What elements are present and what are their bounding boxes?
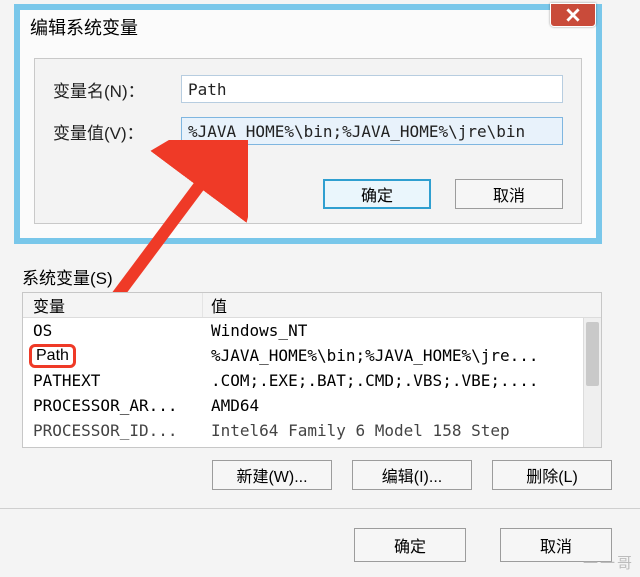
new-button[interactable]: 新建(W)... [212, 460, 332, 490]
col-value[interactable]: 值 [203, 293, 601, 317]
list-row[interactable]: PATHEXT .COM;.EXE;.BAT;.CMD;.VBS;.VBE;..… [23, 368, 601, 393]
sysvars-section-label: 系统变量(S) [22, 264, 113, 289]
var-name-label: 变量名(N)： [53, 77, 181, 102]
cancel-button[interactable]: 取消 [455, 179, 563, 209]
list-row[interactable]: PROCESSOR_AR... AMD64 [23, 393, 601, 418]
ok-button[interactable]: 确定 [323, 179, 431, 209]
var-name-input[interactable] [181, 75, 563, 103]
list-row[interactable]: Path %JAVA_HOME%\bin;%JAVA_HOME%\jre... [23, 343, 601, 368]
var-value-label: 变量值(V)： [53, 119, 181, 144]
col-variable[interactable]: 变量 [23, 293, 203, 317]
delete-button[interactable]: 删除(L) [492, 460, 612, 490]
edit-variable-dialog: 编辑系统变量 变量名(N)： 变量值(V)： 确定 取消 [14, 4, 602, 244]
watermark: 一一哥 [583, 552, 634, 573]
main-ok-button[interactable]: 确定 [354, 528, 466, 562]
path-highlight: Path [29, 344, 76, 368]
sysvars-list[interactable]: 变量 值 OS Windows_NT Path %JAVA_HOME%\bin;… [22, 292, 602, 448]
close-icon [566, 8, 580, 22]
scrollbar[interactable] [583, 318, 601, 447]
dialog-title: 编辑系统变量 [30, 14, 138, 40]
divider [0, 508, 640, 509]
edit-button[interactable]: 编辑(I)... [352, 460, 472, 490]
close-button[interactable] [550, 3, 596, 27]
list-header: 变量 值 [23, 293, 601, 318]
scrollbar-thumb[interactable] [586, 322, 599, 386]
list-row[interactable]: PROCESSOR_ID... Intel64 Family 6 Model 1… [23, 418, 601, 442]
list-row[interactable]: OS Windows_NT [23, 318, 601, 343]
var-value-input[interactable] [181, 117, 563, 145]
